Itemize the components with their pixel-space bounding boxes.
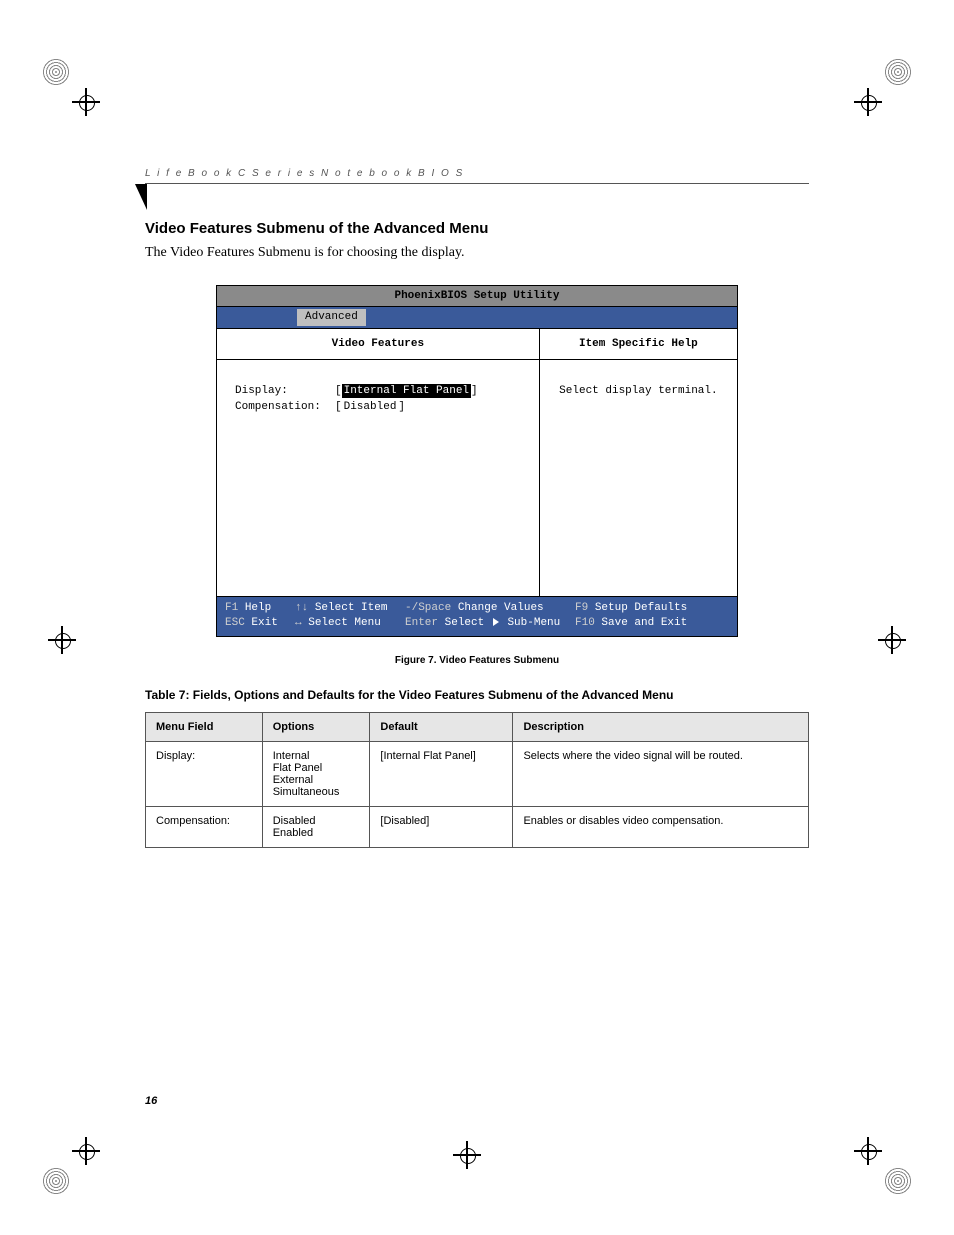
bios-label: Compensation: <box>235 400 335 414</box>
table-header: Default <box>370 713 513 742</box>
bios-key-label: Save and Exit <box>601 617 687 629</box>
table-cell-default: [Disabled] <box>370 807 513 848</box>
bios-value: [Disabled] <box>335 400 405 414</box>
registration-mark-icon <box>42 58 102 118</box>
registration-mark-icon <box>852 620 912 680</box>
registration-mark-icon <box>42 620 102 680</box>
table-row: Display: Internal Flat Panel External Si… <box>146 742 809 807</box>
section-title: Video Features Submenu of the Advanced M… <box>145 220 809 237</box>
bios-key-label: Select Item <box>315 602 388 614</box>
tab-marker-icon <box>135 184 147 210</box>
bios-key: ↑↓ <box>295 602 308 614</box>
bios-key-label: Change Values <box>458 602 544 614</box>
bios-key: Enter <box>405 617 438 629</box>
bios-help-title: Item Specific Help <box>540 329 737 360</box>
running-header: L i f e B o o k C S e r i e s N o t e b … <box>145 168 809 184</box>
bios-key-label: Select <box>445 617 485 629</box>
page-number: 16 <box>145 1095 157 1107</box>
bios-help-text: Select display terminal. <box>540 360 737 578</box>
table-cell-default: [Internal Flat Panel] <box>370 742 513 807</box>
registration-mark-icon <box>447 1135 507 1195</box>
table-cell-description: Enables or disables video compensation. <box>513 807 809 848</box>
table-header: Description <box>513 713 809 742</box>
bios-row-display: Display: [Internal Flat Panel] <box>235 384 521 398</box>
bios-key-label: Select Menu <box>308 617 381 629</box>
table-row: Compensation: Disabled Enabled [Disabled… <box>146 807 809 848</box>
table-cell-description: Selects where the video signal will be r… <box>513 742 809 807</box>
table-title: Table 7: Fields, Options and Defaults fo… <box>145 688 809 702</box>
bios-key-label: Sub-Menu <box>507 617 560 629</box>
bios-key: F9 <box>575 602 588 614</box>
bios-footer: F1 Help ↑↓ Select Item -/Space Change Va… <box>217 597 737 636</box>
bios-menubar: Advanced <box>217 307 737 328</box>
table-cell-field: Compensation: <box>146 807 263 848</box>
registration-mark-icon <box>42 1135 102 1195</box>
bios-key-label: Setup Defaults <box>595 602 687 614</box>
table-cell-field: Display: <box>146 742 263 807</box>
bios-key: F1 <box>225 602 238 614</box>
bios-label: Display: <box>235 384 335 398</box>
table-header: Menu Field <box>146 713 263 742</box>
section-body: The Video Features Submenu is for choosi… <box>145 245 809 261</box>
table-cell-options: Disabled Enabled <box>262 807 370 848</box>
registration-mark-icon <box>852 58 912 118</box>
bios-key: -/Space <box>405 602 451 614</box>
triangle-right-icon <box>493 618 499 626</box>
bios-title: PhoenixBIOS Setup Utility <box>217 286 737 307</box>
page-content: L i f e B o o k C S e r i e s N o t e b … <box>145 168 809 848</box>
bios-key: F10 <box>575 617 595 629</box>
table-cell-options: Internal Flat Panel External Simultaneou… <box>262 742 370 807</box>
bios-screenshot: PhoenixBIOS Setup Utility Advanced Video… <box>216 285 738 637</box>
bios-key-label: Exit <box>251 617 277 629</box>
registration-mark-icon <box>852 1135 912 1195</box>
bios-key: ↔ <box>295 617 302 629</box>
bios-active-tab: Advanced <box>297 309 366 325</box>
bios-key-label: Help <box>245 602 271 614</box>
table-header: Options <box>262 713 370 742</box>
bios-panel-title: Video Features <box>217 329 539 360</box>
figure-caption: Figure 7. Video Features Submenu <box>145 655 809 666</box>
table-header-row: Menu Field Options Default Description <box>146 713 809 742</box>
bios-value: [Internal Flat Panel] <box>335 384 478 398</box>
fields-table: Menu Field Options Default Description D… <box>145 712 809 848</box>
bios-row-compensation: Compensation: [Disabled] <box>235 400 521 414</box>
bios-settings-area: Display: [Internal Flat Panel] Compensat… <box>217 360 539 597</box>
bios-key: ESC <box>225 617 245 629</box>
